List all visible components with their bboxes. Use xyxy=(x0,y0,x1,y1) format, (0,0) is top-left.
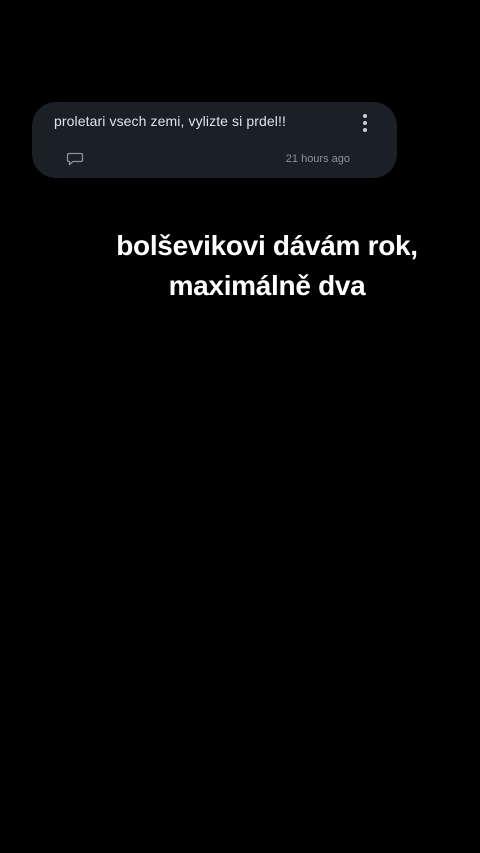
speech-bubble-icon xyxy=(66,152,84,166)
more-options-button[interactable] xyxy=(355,110,375,136)
comment-text: proletari vsech zemi, vylizte si prdel!! xyxy=(54,113,286,129)
caption-line-1: bolševikovi dávám rok, xyxy=(116,230,418,261)
video-caption: bolševikovi dávám rok, maximálně dva xyxy=(0,226,480,306)
more-dot xyxy=(363,121,367,125)
more-vertical-icon xyxy=(363,114,367,118)
reply-button[interactable] xyxy=(66,151,84,167)
comment-timestamp: 21 hours ago xyxy=(285,153,350,165)
caption-line-2: maximálně dva xyxy=(168,270,366,301)
comment-card: proletari vsech zemi, vylizte si prdel!!… xyxy=(32,102,397,178)
more-dot xyxy=(363,128,367,132)
